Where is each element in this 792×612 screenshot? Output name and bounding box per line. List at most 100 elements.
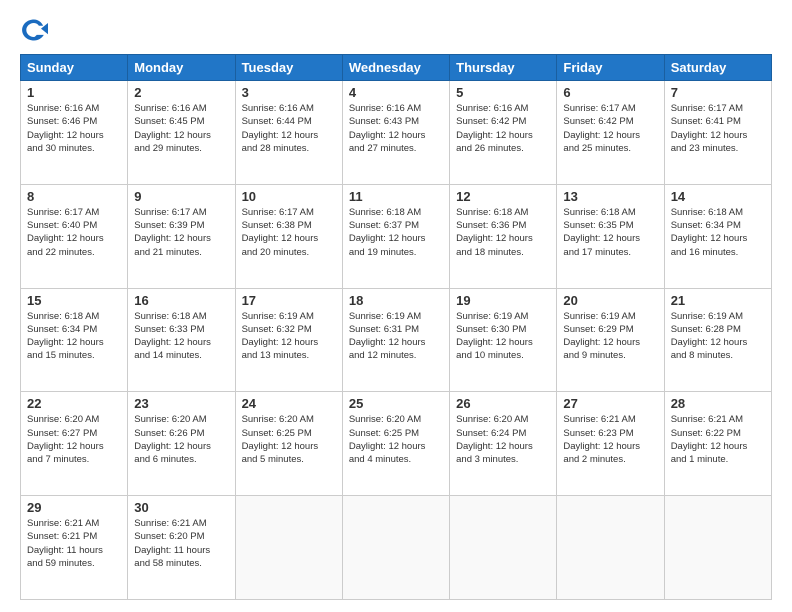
day-detail: Sunrise: 6:18 AMSunset: 6:34 PMDaylight:… xyxy=(671,206,765,259)
day-detail: Sunrise: 6:21 AMSunset: 6:22 PMDaylight:… xyxy=(671,413,765,466)
day-number: 1 xyxy=(27,85,121,100)
day-number: 15 xyxy=(27,293,121,308)
calendar-cell: 2 Sunrise: 6:16 AMSunset: 6:45 PMDaylight… xyxy=(128,81,235,185)
day-detail: Sunrise: 6:20 AMSunset: 6:25 PMDaylight:… xyxy=(242,413,336,466)
day-detail: Sunrise: 6:18 AMSunset: 6:37 PMDaylight:… xyxy=(349,206,443,259)
calendar-cell xyxy=(235,496,342,600)
calendar-cell: 24 Sunrise: 6:20 AMSunset: 6:25 PMDayligh… xyxy=(235,392,342,496)
logo-icon xyxy=(20,16,48,44)
day-number: 29 xyxy=(27,500,121,515)
calendar-cell: 1 Sunrise: 6:16 AMSunset: 6:46 PMDaylight… xyxy=(21,81,128,185)
day-detail: Sunrise: 6:20 AMSunset: 6:26 PMDaylight:… xyxy=(134,413,228,466)
calendar-cell: 17 Sunrise: 6:19 AMSunset: 6:32 PMDayligh… xyxy=(235,288,342,392)
weekday-header-saturday: Saturday xyxy=(664,55,771,81)
week-row-4: 22Sunrise: 6:20 AMSunset: 6:27 PMDayligh… xyxy=(21,392,772,496)
weekday-header-tuesday: Tuesday xyxy=(235,55,342,81)
day-detail: Sunrise: 6:16 AMSunset: 6:44 PMDaylight:… xyxy=(242,102,336,155)
weekday-header-wednesday: Wednesday xyxy=(342,55,449,81)
calendar-cell: 7 Sunrise: 6:17 AMSunset: 6:41 PMDaylight… xyxy=(664,81,771,185)
day-number: 19 xyxy=(456,293,550,308)
calendar-cell: 3 Sunrise: 6:16 AMSunset: 6:44 PMDaylight… xyxy=(235,81,342,185)
calendar-cell: 6 Sunrise: 6:17 AMSunset: 6:42 PMDaylight… xyxy=(557,81,664,185)
day-number: 16 xyxy=(134,293,228,308)
calendar-cell xyxy=(450,496,557,600)
calendar-cell: 28 Sunrise: 6:21 AMSunset: 6:22 PMDayligh… xyxy=(664,392,771,496)
calendar-cell: 13 Sunrise: 6:18 AMSunset: 6:35 PMDayligh… xyxy=(557,184,664,288)
calendar-cell: 20Sunrise: 6:19 AMSunset: 6:29 PMDayligh… xyxy=(557,288,664,392)
day-detail: Sunrise: 6:20 AMSunset: 6:25 PMDaylight:… xyxy=(349,413,443,466)
day-number: 25 xyxy=(349,396,443,411)
day-number: 11 xyxy=(349,189,443,204)
day-detail: Sunrise: 6:19 AMSunset: 6:30 PMDaylight:… xyxy=(456,310,550,363)
weekday-header-monday: Monday xyxy=(128,55,235,81)
day-detail: Sunrise: 6:17 AMSunset: 6:41 PMDaylight:… xyxy=(671,102,765,155)
day-detail: Sunrise: 6:17 AMSunset: 6:40 PMDaylight:… xyxy=(27,206,121,259)
day-number: 12 xyxy=(456,189,550,204)
day-number: 3 xyxy=(242,85,336,100)
day-detail: Sunrise: 6:18 AMSunset: 6:36 PMDaylight:… xyxy=(456,206,550,259)
calendar-cell xyxy=(557,496,664,600)
day-number: 4 xyxy=(349,85,443,100)
day-number: 30 xyxy=(134,500,228,515)
week-row-1: 1 Sunrise: 6:16 AMSunset: 6:46 PMDaylight… xyxy=(21,81,772,185)
day-detail: Sunrise: 6:19 AMSunset: 6:28 PMDaylight:… xyxy=(671,310,765,363)
day-detail: Sunrise: 6:21 AMSunset: 6:20 PMDaylight:… xyxy=(134,517,228,570)
calendar-cell: 15 Sunrise: 6:18 AMSunset: 6:34 PMDayligh… xyxy=(21,288,128,392)
calendar-cell xyxy=(664,496,771,600)
day-detail: Sunrise: 6:17 AMSunset: 6:42 PMDaylight:… xyxy=(563,102,657,155)
calendar-cell: 25 Sunrise: 6:20 AMSunset: 6:25 PMDayligh… xyxy=(342,392,449,496)
calendar-cell: 30 Sunrise: 6:21 AMSunset: 6:20 PMDayligh… xyxy=(128,496,235,600)
weekday-header-sunday: Sunday xyxy=(21,55,128,81)
day-detail: Sunrise: 6:16 AMSunset: 6:43 PMDaylight:… xyxy=(349,102,443,155)
day-detail: Sunrise: 6:18 AMSunset: 6:33 PMDaylight:… xyxy=(134,310,228,363)
calendar-cell: 26Sunrise: 6:20 AMSunset: 6:24 PMDayligh… xyxy=(450,392,557,496)
weekday-header-thursday: Thursday xyxy=(450,55,557,81)
day-detail: Sunrise: 6:19 AMSunset: 6:32 PMDaylight:… xyxy=(242,310,336,363)
calendar-cell: 21 Sunrise: 6:19 AMSunset: 6:28 PMDayligh… xyxy=(664,288,771,392)
calendar-cell: 11 Sunrise: 6:18 AMSunset: 6:37 PMDayligh… xyxy=(342,184,449,288)
week-row-2: 8 Sunrise: 6:17 AMSunset: 6:40 PMDaylight… xyxy=(21,184,772,288)
calendar-table: SundayMondayTuesdayWednesdayThursdayFrid… xyxy=(20,54,772,600)
day-number: 24 xyxy=(242,396,336,411)
calendar-cell: 10 Sunrise: 6:17 AMSunset: 6:38 PMDayligh… xyxy=(235,184,342,288)
day-number: 28 xyxy=(671,396,765,411)
day-number: 17 xyxy=(242,293,336,308)
day-number: 18 xyxy=(349,293,443,308)
day-number: 9 xyxy=(134,189,228,204)
day-number: 8 xyxy=(27,189,121,204)
day-number: 26 xyxy=(456,396,550,411)
day-detail: Sunrise: 6:21 AMSunset: 6:23 PMDaylight:… xyxy=(563,413,657,466)
day-number: 7 xyxy=(671,85,765,100)
calendar-cell: 8 Sunrise: 6:17 AMSunset: 6:40 PMDaylight… xyxy=(21,184,128,288)
day-number: 23 xyxy=(134,396,228,411)
day-number: 10 xyxy=(242,189,336,204)
calendar-cell: 23 Sunrise: 6:20 AMSunset: 6:26 PMDayligh… xyxy=(128,392,235,496)
day-number: 2 xyxy=(134,85,228,100)
calendar-cell: 27 Sunrise: 6:21 AMSunset: 6:23 PMDayligh… xyxy=(557,392,664,496)
day-detail: Sunrise: 6:19 AMSunset: 6:31 PMDaylight:… xyxy=(349,310,443,363)
day-detail: Sunrise: 6:17 AMSunset: 6:39 PMDaylight:… xyxy=(134,206,228,259)
day-detail: Sunrise: 6:16 AMSunset: 6:46 PMDaylight:… xyxy=(27,102,121,155)
day-detail: Sunrise: 6:21 AMSunset: 6:21 PMDaylight:… xyxy=(27,517,121,570)
calendar-cell: 19 Sunrise: 6:19 AMSunset: 6:30 PMDayligh… xyxy=(450,288,557,392)
day-number: 13 xyxy=(563,189,657,204)
day-number: 20 xyxy=(563,293,657,308)
calendar-cell: 18 Sunrise: 6:19 AMSunset: 6:31 PMDayligh… xyxy=(342,288,449,392)
day-number: 5 xyxy=(456,85,550,100)
day-number: 21 xyxy=(671,293,765,308)
day-detail: Sunrise: 6:18 AMSunset: 6:34 PMDaylight:… xyxy=(27,310,121,363)
calendar-cell: 22Sunrise: 6:20 AMSunset: 6:27 PMDayligh… xyxy=(21,392,128,496)
day-number: 6 xyxy=(563,85,657,100)
calendar-cell xyxy=(342,496,449,600)
day-number: 22 xyxy=(27,396,121,411)
calendar-cell: 12 Sunrise: 6:18 AMSunset: 6:36 PMDayligh… xyxy=(450,184,557,288)
day-detail: Sunrise: 6:18 AMSunset: 6:35 PMDaylight:… xyxy=(563,206,657,259)
week-row-5: 29 Sunrise: 6:21 AMSunset: 6:21 PMDayligh… xyxy=(21,496,772,600)
day-detail: Sunrise: 6:17 AMSunset: 6:38 PMDaylight:… xyxy=(242,206,336,259)
weekday-header-friday: Friday xyxy=(557,55,664,81)
page: SundayMondayTuesdayWednesdayThursdayFrid… xyxy=(0,0,792,612)
day-detail: Sunrise: 6:16 AMSunset: 6:45 PMDaylight:… xyxy=(134,102,228,155)
day-number: 27 xyxy=(563,396,657,411)
calendar-cell: 9 Sunrise: 6:17 AMSunset: 6:39 PMDaylight… xyxy=(128,184,235,288)
week-row-3: 15 Sunrise: 6:18 AMSunset: 6:34 PMDayligh… xyxy=(21,288,772,392)
